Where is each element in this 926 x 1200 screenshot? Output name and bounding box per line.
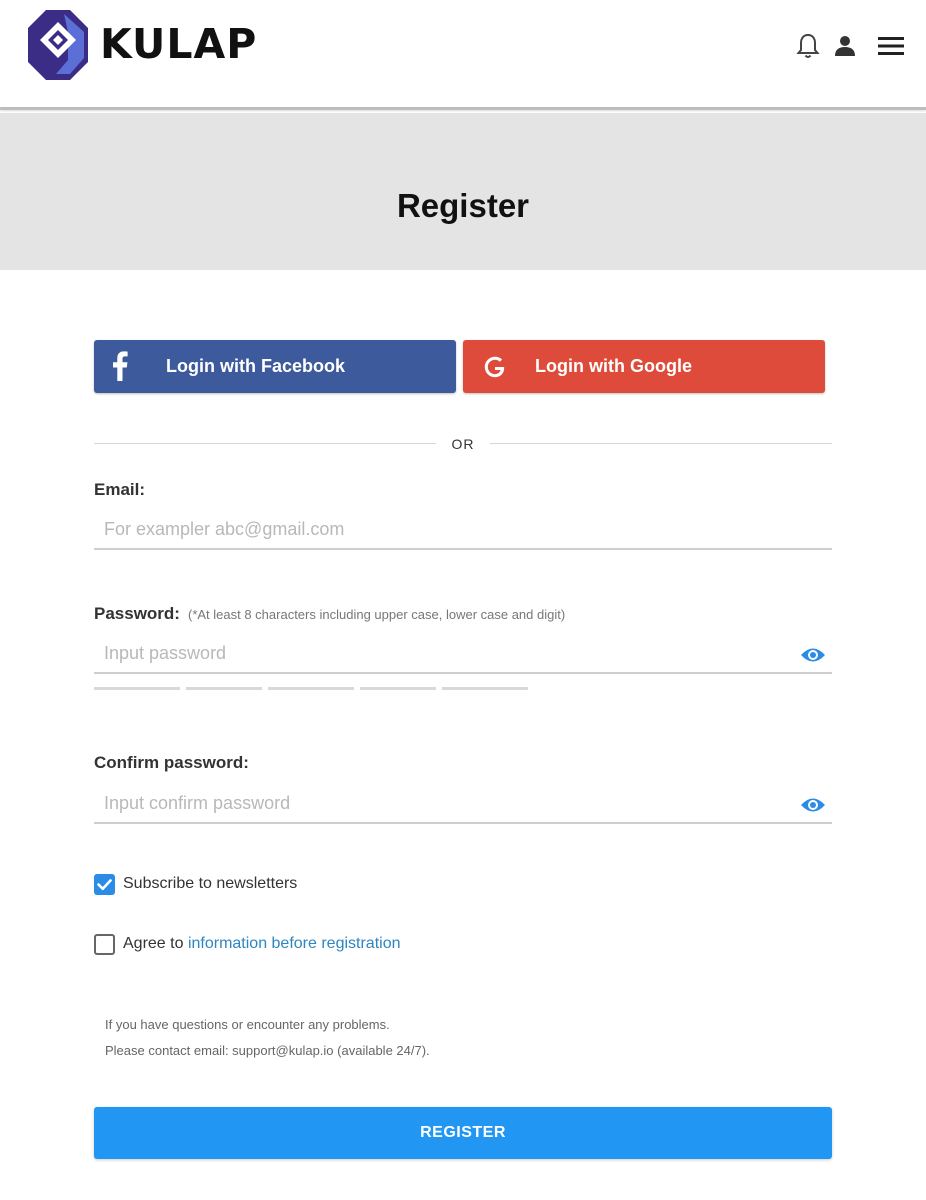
divider-line-left xyxy=(94,443,436,444)
google-login-button[interactable]: Login with Google xyxy=(463,340,825,393)
confirm-password-label: Confirm password: xyxy=(94,753,249,772)
agree-checkbox[interactable] xyxy=(94,934,115,955)
page-header: Register xyxy=(0,113,926,270)
password-label-row: Password: (*At least 8 characters includi… xyxy=(94,604,565,624)
show-password-eye-icon[interactable] xyxy=(800,645,826,665)
confirm-password-input[interactable] xyxy=(94,784,832,824)
logo[interactable]: KULAP xyxy=(26,8,257,82)
checkmark-icon xyxy=(97,879,112,891)
user-icon[interactable] xyxy=(834,35,856,57)
bell-icon[interactable] xyxy=(796,32,820,60)
facebook-icon xyxy=(113,351,128,381)
divider-line-right xyxy=(490,443,832,444)
strength-segment xyxy=(94,687,180,690)
email-input[interactable] xyxy=(94,510,832,550)
password-hint: (*At least 8 characters including upper … xyxy=(187,607,566,622)
agree-label: Agree to information before registration xyxy=(123,935,401,953)
logo-text: KULAP xyxy=(100,20,258,68)
page-title: Register xyxy=(396,187,530,224)
password-strength-meter xyxy=(94,687,534,690)
password-label: Password: xyxy=(94,604,180,623)
registration-info-link[interactable]: information before registration xyxy=(188,935,401,952)
subscribe-checkbox[interactable] xyxy=(94,874,115,895)
divider-text: OR xyxy=(451,436,475,452)
menu-icon[interactable] xyxy=(878,35,904,57)
strength-segment xyxy=(442,687,528,690)
help-text-line1: If you have questions or encounter any p… xyxy=(105,1017,390,1032)
top-bar: KULAP xyxy=(0,0,926,110)
kulap-logo-icon xyxy=(28,10,88,80)
agree-prefix: Agree to xyxy=(123,935,184,952)
help-text-line2: Please contact email: support@kulap.io (… xyxy=(105,1043,430,1058)
strength-segment xyxy=(268,687,354,690)
register-button[interactable]: REGISTER xyxy=(94,1107,832,1159)
password-input[interactable] xyxy=(94,634,832,674)
strength-segment xyxy=(186,687,262,690)
google-icon xyxy=(484,356,505,378)
subscribe-label[interactable]: Subscribe to newsletters xyxy=(123,875,297,893)
facebook-login-label: Login with Facebook xyxy=(166,356,345,376)
show-confirm-password-eye-icon[interactable] xyxy=(800,795,826,815)
google-login-label: Login with Google xyxy=(535,356,692,376)
email-label: Email: xyxy=(94,480,146,499)
header-actions xyxy=(796,32,904,60)
strength-segment xyxy=(360,687,436,690)
facebook-login-button[interactable]: Login with Facebook xyxy=(94,340,456,393)
